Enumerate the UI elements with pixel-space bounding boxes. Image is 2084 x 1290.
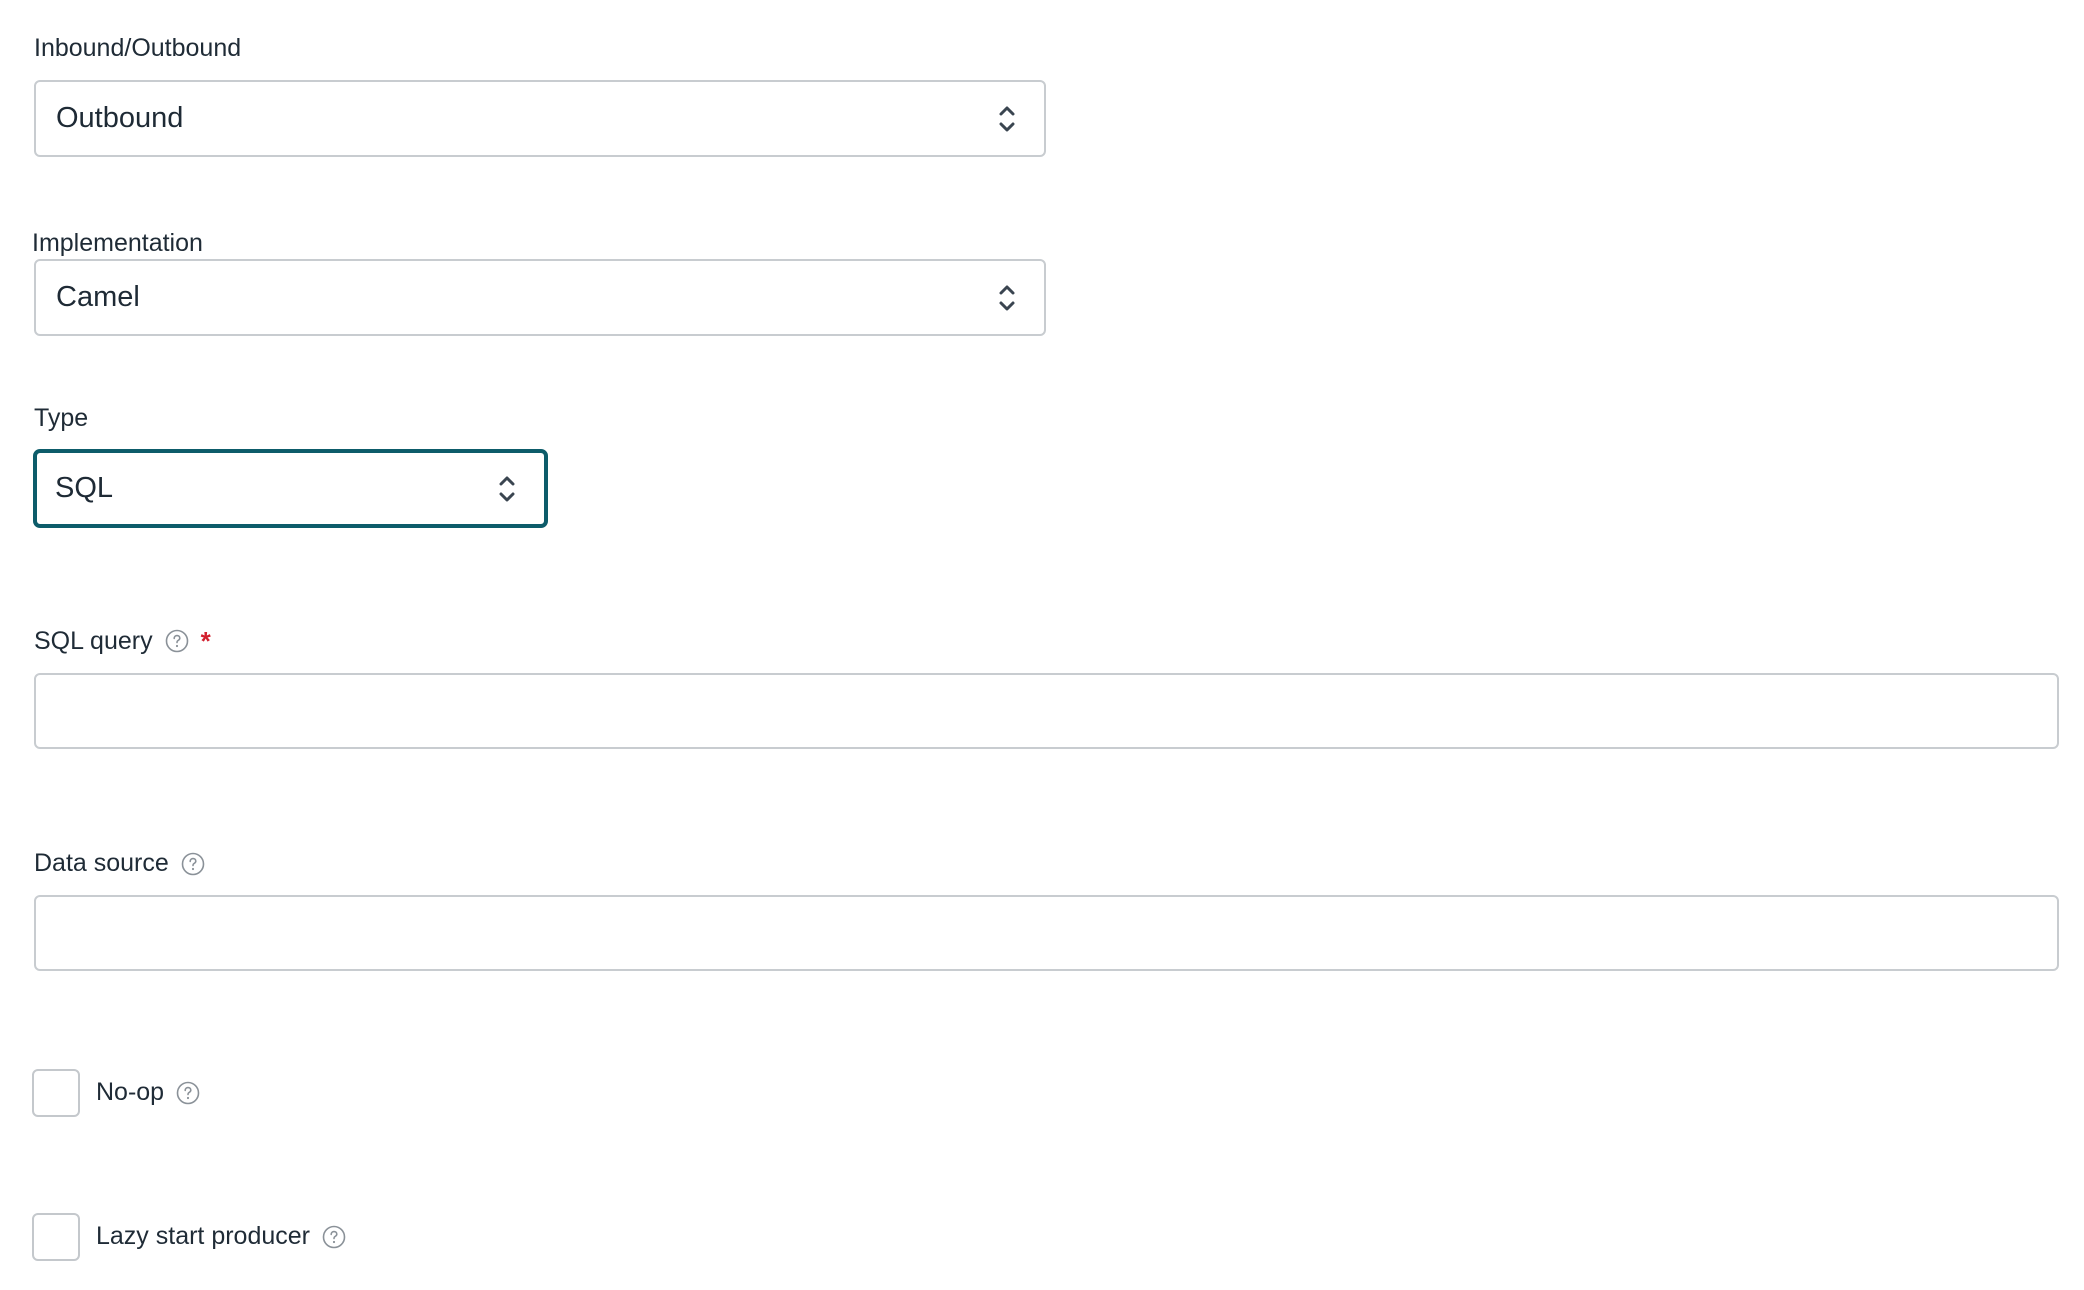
implementation-label-text: Implementation [32,229,203,257]
help-circle-icon[interactable] [165,629,189,653]
lazy-start-producer-label: Lazy start producer [96,1224,346,1249]
help-circle-icon[interactable] [322,1225,346,1249]
sql-query-input[interactable] [34,673,2059,749]
no-op-label: No-op [96,1080,200,1105]
lazy-start-producer-checkbox[interactable] [32,1213,80,1261]
direction-select-value: Outbound [56,102,184,134]
direction-select[interactable]: Outbound [34,80,1046,157]
chevron-up-down-icon [999,285,1015,310]
chevron-up-down-icon [999,106,1015,131]
data-source-label-text: Data source [34,849,169,877]
direction-label: Inbound/Outbound [34,36,241,61]
type-select-value: SQL [55,472,114,504]
sql-query-label-text: SQL query [34,626,153,655]
chevron-up-down-icon [499,476,515,501]
direction-label-text: Inbound/Outbound [34,34,242,62]
data-source-input[interactable] [34,895,2059,971]
required-asterisk: * [200,626,211,656]
implementation-label: Implementation [32,231,203,256]
implementation-select-value: Camel [56,281,140,313]
type-label-text: Type [34,404,89,432]
no-op-checkbox[interactable] [32,1069,80,1117]
type-select[interactable]: SQL [33,449,548,528]
no-op-label-text[interactable]: No-op [96,1080,164,1105]
data-source-label: Data source [34,851,205,876]
type-label: Type [34,406,88,431]
implementation-select[interactable]: Camel [34,259,1046,336]
sql-query-label: SQL query * [34,628,211,654]
help-circle-icon[interactable] [176,1081,200,1105]
help-circle-icon[interactable] [181,852,205,876]
lazy-start-producer-label-text[interactable]: Lazy start producer [96,1224,310,1249]
